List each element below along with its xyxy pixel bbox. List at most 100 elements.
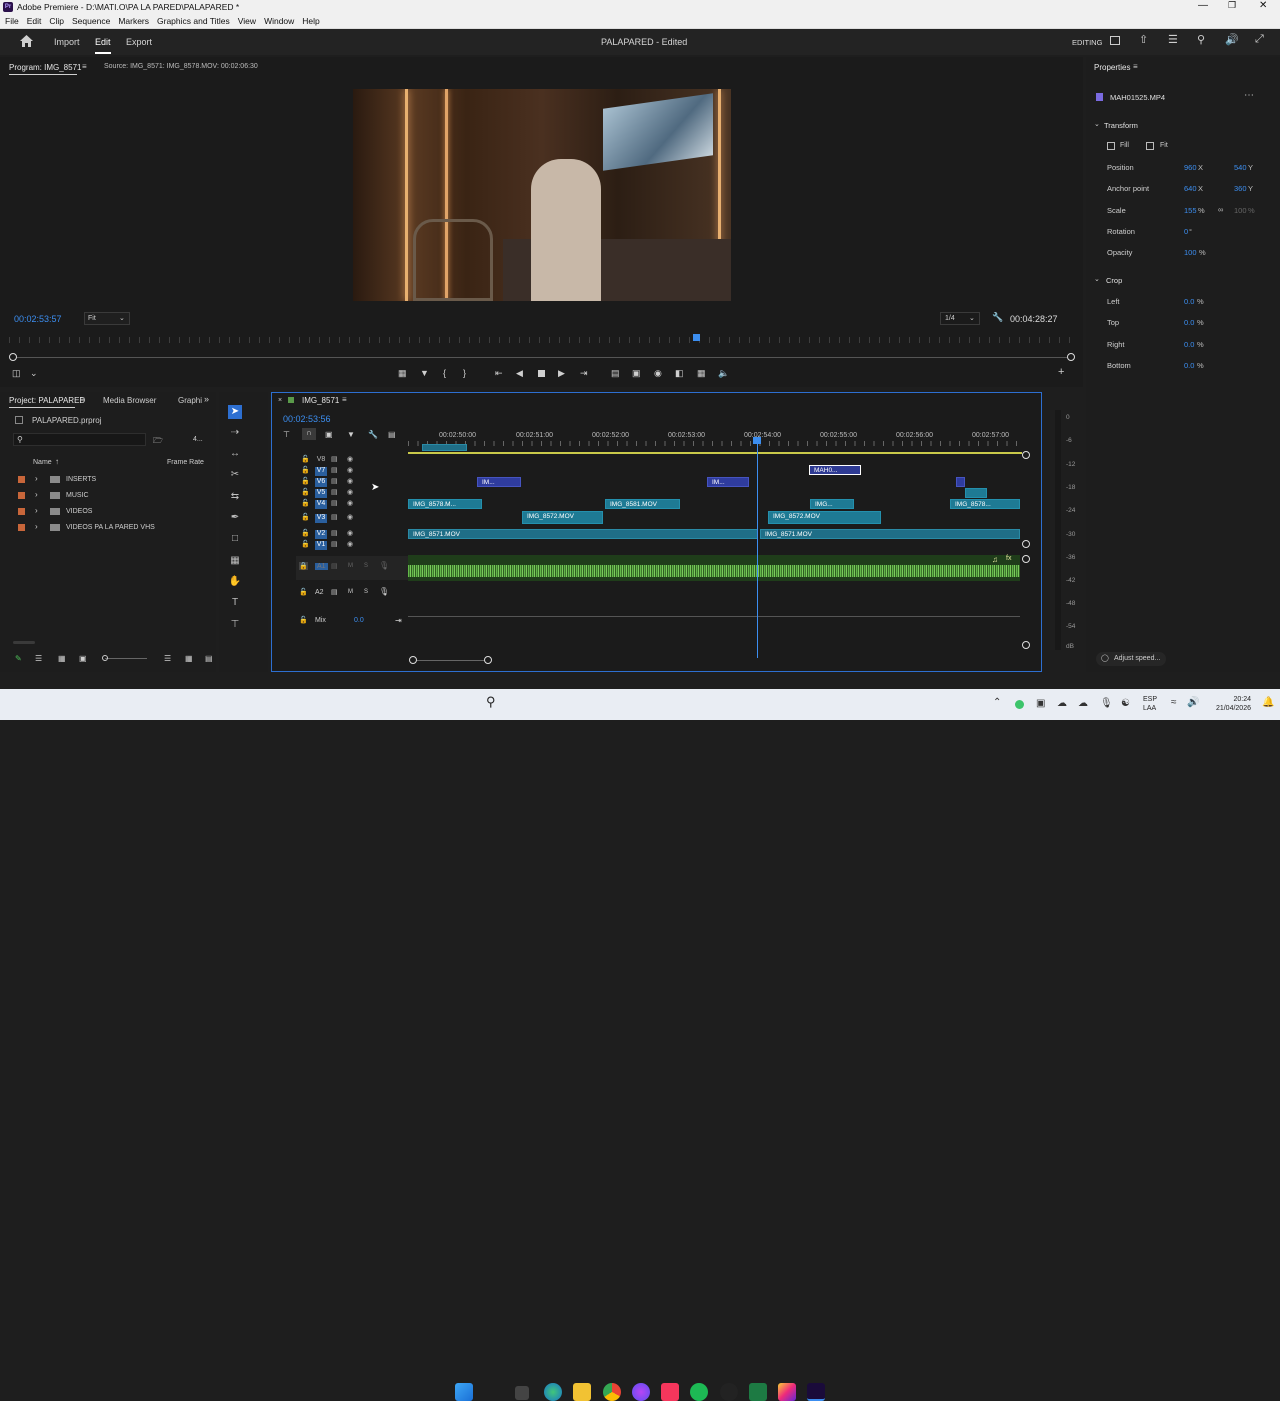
track-label[interactable]: V3 [315,514,327,523]
eye-icon[interactable]: ◉ [347,466,353,474]
quality-dropdown[interactable]: 1/4 ⌄ [940,312,980,325]
go-to-end-icon[interactable]: ⇥ [395,616,402,625]
fill-label[interactable]: Fill [1120,142,1129,149]
track-header-a1[interactable]: 🔒 A1 ▤ M S 🎙 [296,556,408,580]
tray-icon[interactable] [1015,700,1024,709]
track-label[interactable]: A1 [315,563,328,570]
instagram-icon[interactable] [778,1383,796,1401]
rotation-value[interactable]: 0 [1184,227,1188,236]
lock-icon[interactable]: 🔓 [301,455,310,463]
start-icon[interactable] [455,1383,473,1401]
step-forward-icon[interactable]: ▶ [558,368,565,379]
chevron-down-icon[interactable]: ⌄ [1094,275,1100,283]
fullscreen-icon[interactable]: ⤢ [1255,33,1264,46]
step-back-icon[interactable]: ◀ [516,368,523,379]
search-icon[interactable]: ⚲ [1197,33,1205,46]
sync-lock-icon[interactable]: ▤ [331,466,338,474]
tray-icon[interactable]: ☁ [1078,698,1088,709]
track-zoom-handle[interactable] [1022,555,1030,563]
list-view-icon[interactable]: ☰ [35,654,42,663]
share-icon[interactable]: ⇧ [1139,33,1148,46]
lock-icon[interactable]: 🔓 [301,466,310,474]
language-indicator[interactable]: ESP LAA [1143,695,1157,713]
timeline-tab[interactable]: IMG_8571 [302,396,339,405]
eye-icon[interactable]: ◉ [347,455,353,463]
opacity-value[interactable]: 100 [1184,248,1197,257]
add-marker-icon[interactable]: ▼ [347,430,355,439]
vr-icon[interactable]: ▦ [697,368,706,379]
menu-markers[interactable]: Markers [118,14,149,29]
sync-lock-icon[interactable]: ▤ [331,499,338,507]
menu-graphics[interactable]: Graphics and Titles [157,14,230,29]
scroll-handle-right[interactable] [484,656,492,664]
anchor-x[interactable]: 640 [1184,184,1197,193]
v5-clip[interactable] [965,488,987,498]
tab-export[interactable]: Export [126,37,152,47]
sync-lock-icon[interactable]: ▤ [331,513,338,521]
eye-icon[interactable]: ◉ [347,513,353,521]
track-header-a2[interactable]: 🔓 A2 ▤ M S 🎙 [296,587,408,601]
crop-header[interactable]: Crop [1106,276,1122,285]
track-label[interactable]: V5 [315,489,327,498]
captions-icon[interactable]: ▤ [388,430,396,439]
hand-icon[interactable]: ✋ [228,575,242,589]
timeline-wrench-icon[interactable]: 🔧 [368,430,378,439]
track-label[interactable]: V7 [315,467,327,476]
task-view-icon[interactable] [515,1386,529,1400]
type-tool-icon[interactable]: T [228,596,242,610]
pen-icon[interactable]: ✒ [228,511,242,525]
chevron-right-icon[interactable]: › [35,506,38,515]
add-marker-icon[interactable]: ▼ [420,368,429,378]
graphics-tab[interactable]: Graphi [178,396,202,405]
column-name-header[interactable]: Name [33,459,52,466]
menu-window[interactable]: Window [264,14,294,29]
crop-top-value[interactable]: 0.0 [1184,318,1194,327]
extract-clip-icon[interactable]: ▣ [632,368,641,379]
premiere-taskbar-icon[interactable] [807,1383,825,1401]
fill-icon[interactable] [1107,142,1115,150]
type-on-path-icon[interactable]: ▦ [228,554,242,568]
scale-value[interactable]: 155 [1184,206,1197,215]
v6-clip-c[interactable] [956,477,965,487]
v2-clip-a[interactable]: IMG_8571.MOV [408,529,758,539]
v3-clip-a[interactable]: IMG_8572.MOV [522,511,603,524]
v2-clip-b[interactable]: IMG_8571.MOV [760,529,1020,539]
list-item[interactable]: › INSERTS [15,474,205,486]
track-select-icon[interactable]: ⇢ [228,426,242,440]
zoom-handle-right[interactable] [1067,353,1075,361]
slider-handle[interactable] [102,655,108,661]
lock-icon[interactable]: 🔓 [301,529,310,537]
extract-icon[interactable]: ▦ [398,368,407,379]
mix-value[interactable]: 0.0 [354,617,364,624]
media-browser-tab[interactable]: Media Browser [103,396,156,405]
timeline-scrollbar[interactable] [413,660,489,661]
file-explorer-icon[interactable] [573,1383,591,1401]
lock-icon[interactable]: 🔓 [301,488,310,496]
timeline-menu-icon[interactable]: ≡ [342,395,347,404]
properties-title[interactable]: Properties [1094,63,1130,72]
lock-icon[interactable]: 🔓 [301,513,310,521]
link-icon[interactable]: ∞ [1218,205,1223,214]
chevron-right-icon[interactable]: › [35,522,38,531]
mark-in-icon[interactable]: { [443,368,446,378]
tray-icon[interactable]: ☯ [1121,698,1130,709]
panel-layout-icon[interactable] [1110,36,1120,45]
snap-icon[interactable]: ∩ [302,428,316,440]
scroll-handle-left[interactable] [409,656,417,664]
chevron-down-icon[interactable]: ⌄ [30,368,38,379]
v7-clip-selected[interactable]: MAH0... [809,465,861,475]
mark-out-icon[interactable]: } [463,368,466,378]
project-tab[interactable]: Project: PALAPARED [9,396,85,405]
camera-icon[interactable]: ◉ [654,368,662,379]
playhead-marker-icon[interactable] [693,334,700,341]
pencil-icon[interactable]: ✎ [15,654,22,663]
track-label[interactable]: V6 [315,478,327,487]
razor-icon[interactable]: ✂ [228,468,242,482]
source-label[interactable]: Source: IMG_8571: IMG_8578.MOV: 00:02:06… [104,63,258,70]
track-label[interactable]: V4 [315,500,327,509]
mute-button[interactable]: M [348,589,353,595]
tab-import[interactable]: Import [54,37,80,47]
music-icon[interactable] [661,1383,679,1401]
timeline-timecode[interactable]: 00:02:53:56 [283,414,331,424]
sync-lock-icon[interactable]: ▤ [331,455,338,463]
